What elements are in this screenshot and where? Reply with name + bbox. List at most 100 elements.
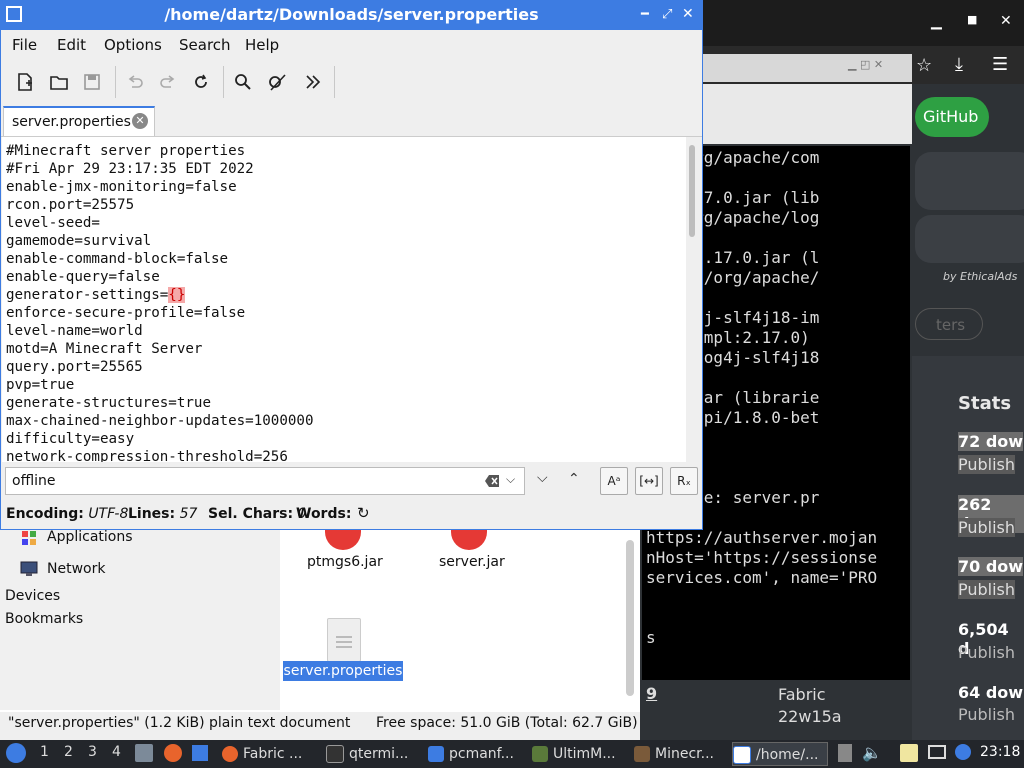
regex-icon[interactable]: Rₓ <box>670 467 698 495</box>
workspace-2[interactable]: 2 <box>64 744 73 760</box>
minimize-icon[interactable]: ▁ <box>931 14 942 30</box>
stat-published: Publish <box>958 518 1016 537</box>
stat-published: Publish <box>958 643 1016 662</box>
game-version: 22w15a <box>778 707 842 726</box>
text-editor-area[interactable]: #Minecraft server properties #Fri Apr 29 … <box>2 137 686 462</box>
code-line: #Fri Apr 29 23:17:35 EDT 2022 <box>6 161 254 177</box>
file-manager-statusbar: "server.properties" (1.2 KiB) plain text… <box>0 712 640 740</box>
undo-icon[interactable] <box>121 68 149 96</box>
menu-options[interactable]: Options <box>104 36 162 54</box>
whole-word-icon[interactable]: [↔] <box>635 467 663 495</box>
filters-button[interactable]: ters <box>915 308 983 340</box>
file-server-jar[interactable]: server.jar <box>439 554 505 570</box>
file-server-properties[interactable]: server.properties <box>283 661 403 681</box>
maximize-icon[interactable]: ■ <box>967 13 977 26</box>
words-status: Words: <box>296 506 352 522</box>
clear-input-icon[interactable] <box>484 473 500 487</box>
scrollbar-thumb[interactable] <box>689 145 695 237</box>
code-line: level-name=world <box>6 323 143 339</box>
task-qterminal[interactable]: qtermi... <box>326 742 420 766</box>
firefox-icon <box>222 746 238 762</box>
show-desktop-icon[interactable] <box>192 745 208 761</box>
github-button[interactable]: GitHub <box>915 97 989 137</box>
task-pcmanfm[interactable]: pcmanf... <box>428 742 522 766</box>
text-file-icon[interactable] <box>327 618 361 662</box>
star-icon[interactable]: ☆ <box>916 55 932 76</box>
reload-icon[interactable] <box>187 68 215 96</box>
tray-display-icon[interactable] <box>928 745 946 759</box>
workspace-3[interactable]: 3 <box>88 744 97 760</box>
tray-notes-icon[interactable] <box>900 744 918 762</box>
loader-name: Fabric <box>778 685 826 704</box>
redo-icon[interactable] <box>154 68 182 96</box>
toolbar <box>1 60 702 104</box>
sel-chars-status: Sel. Chars: 0 <box>208 506 307 522</box>
match-case-icon[interactable]: Aᵃ <box>600 467 628 495</box>
find-next-icon[interactable]: ⌵ <box>537 470 548 486</box>
fabric-version: Fabric 22w15a <box>778 684 842 728</box>
volume-icon[interactable]: 🔈 <box>862 743 882 762</box>
chevron-down-icon[interactable]: ⌵ <box>506 472 515 487</box>
clock[interactable]: 23:18 <box>980 744 1020 760</box>
toolbar-separator <box>334 66 335 98</box>
task-editor[interactable]: /home/... <box>732 742 828 766</box>
menu-search[interactable]: Search <box>179 36 231 54</box>
find-replace-icon[interactable] <box>264 68 292 96</box>
encoding-status: Encoding: UTF-8 <box>6 506 129 522</box>
inner-minimize-icon[interactable]: ▁ ◰ ✕ <box>848 58 883 71</box>
version-link[interactable]: 9 <box>646 684 657 703</box>
close-icon[interactable]: ✕ <box>1000 13 1012 29</box>
menu-icon[interactable]: ☰ <box>992 54 1008 75</box>
editor-statusbar: Encoding: UTF-8 Lines: 57 Sel. Chars: 0 … <box>1 503 702 527</box>
toolbar-separator <box>115 66 116 98</box>
task-fabric[interactable]: Fabric ... <box>222 742 318 766</box>
code-line: generate-structures=true <box>6 395 211 411</box>
refresh-icon[interactable]: ↻ <box>357 504 370 522</box>
menu-help[interactable]: Help <box>245 36 279 54</box>
window-title: /home/dartz/Downloads/server.properties <box>164 5 539 24</box>
download-icon[interactable]: ⤓ <box>955 54 963 75</box>
content-card <box>915 215 1024 263</box>
search-icon[interactable] <box>229 68 257 96</box>
launcher-icon <box>532 746 548 762</box>
applications-icon <box>22 530 36 545</box>
search-input[interactable]: offline <box>5 467 525 495</box>
file-manager-launcher-icon[interactable] <box>135 744 153 762</box>
find-previous-icon[interactable]: ⌃ <box>568 471 580 487</box>
stat-downloads: 72 dow <box>958 432 1024 451</box>
open-folder-icon[interactable] <box>45 68 73 96</box>
task-ultimmc[interactable]: UltimM... <box>532 742 628 766</box>
start-menu-icon[interactable] <box>6 743 26 763</box>
content-card <box>915 152 1024 210</box>
ethicalads-label[interactable]: by EthicalAds <box>943 270 1017 283</box>
terminal-line: nHost='https://sessionse <box>646 548 878 567</box>
code-line: query.port=25565 <box>6 359 143 375</box>
sidebar-item-bookmarks[interactable]: Bookmarks <box>5 611 83 627</box>
workspace-4[interactable]: 4 <box>112 744 121 760</box>
minimize-icon[interactable]: ━ <box>641 7 649 22</box>
menu-edit[interactable]: Edit <box>57 36 86 54</box>
free-space-info: Free space: 51.0 GiB (Total: 62.7 GiB) <box>376 715 638 731</box>
tray-bluetooth-icon[interactable] <box>955 744 971 760</box>
sidebar-item-devices[interactable]: Devices <box>5 588 60 604</box>
more-icon[interactable] <box>299 68 327 96</box>
tab-close-icon[interactable]: ✕ <box>132 113 148 129</box>
save-icon[interactable] <box>78 68 106 96</box>
firefox-launcher-icon[interactable] <box>164 744 182 762</box>
sidebar-item-applications[interactable]: Applications <box>47 529 133 545</box>
file-manager-scrollbar[interactable] <box>626 540 634 696</box>
maximize-icon[interactable]: ⤢ <box>662 7 672 22</box>
code-line: enforce-secure-profile=false <box>6 305 246 321</box>
tray-clipboard-icon[interactable] <box>838 744 852 762</box>
code-line: generator-settings= <box>6 287 169 303</box>
close-icon[interactable]: ✕ <box>682 6 694 22</box>
sidebar-item-network[interactable]: Network <box>47 561 105 577</box>
file-ptmgs6-jar[interactable]: ptmgs6.jar <box>307 554 383 570</box>
workspace-1[interactable]: 1 <box>40 744 49 760</box>
terminal-icon <box>326 745 344 763</box>
menu-file[interactable]: File <box>12 36 37 54</box>
new-file-icon[interactable] <box>11 68 39 96</box>
stat-published: Publish <box>958 455 1016 474</box>
task-minecraft[interactable]: Minecr... <box>634 742 726 766</box>
code-line: max-chained-neighbor-updates=1000000 <box>6 413 314 429</box>
